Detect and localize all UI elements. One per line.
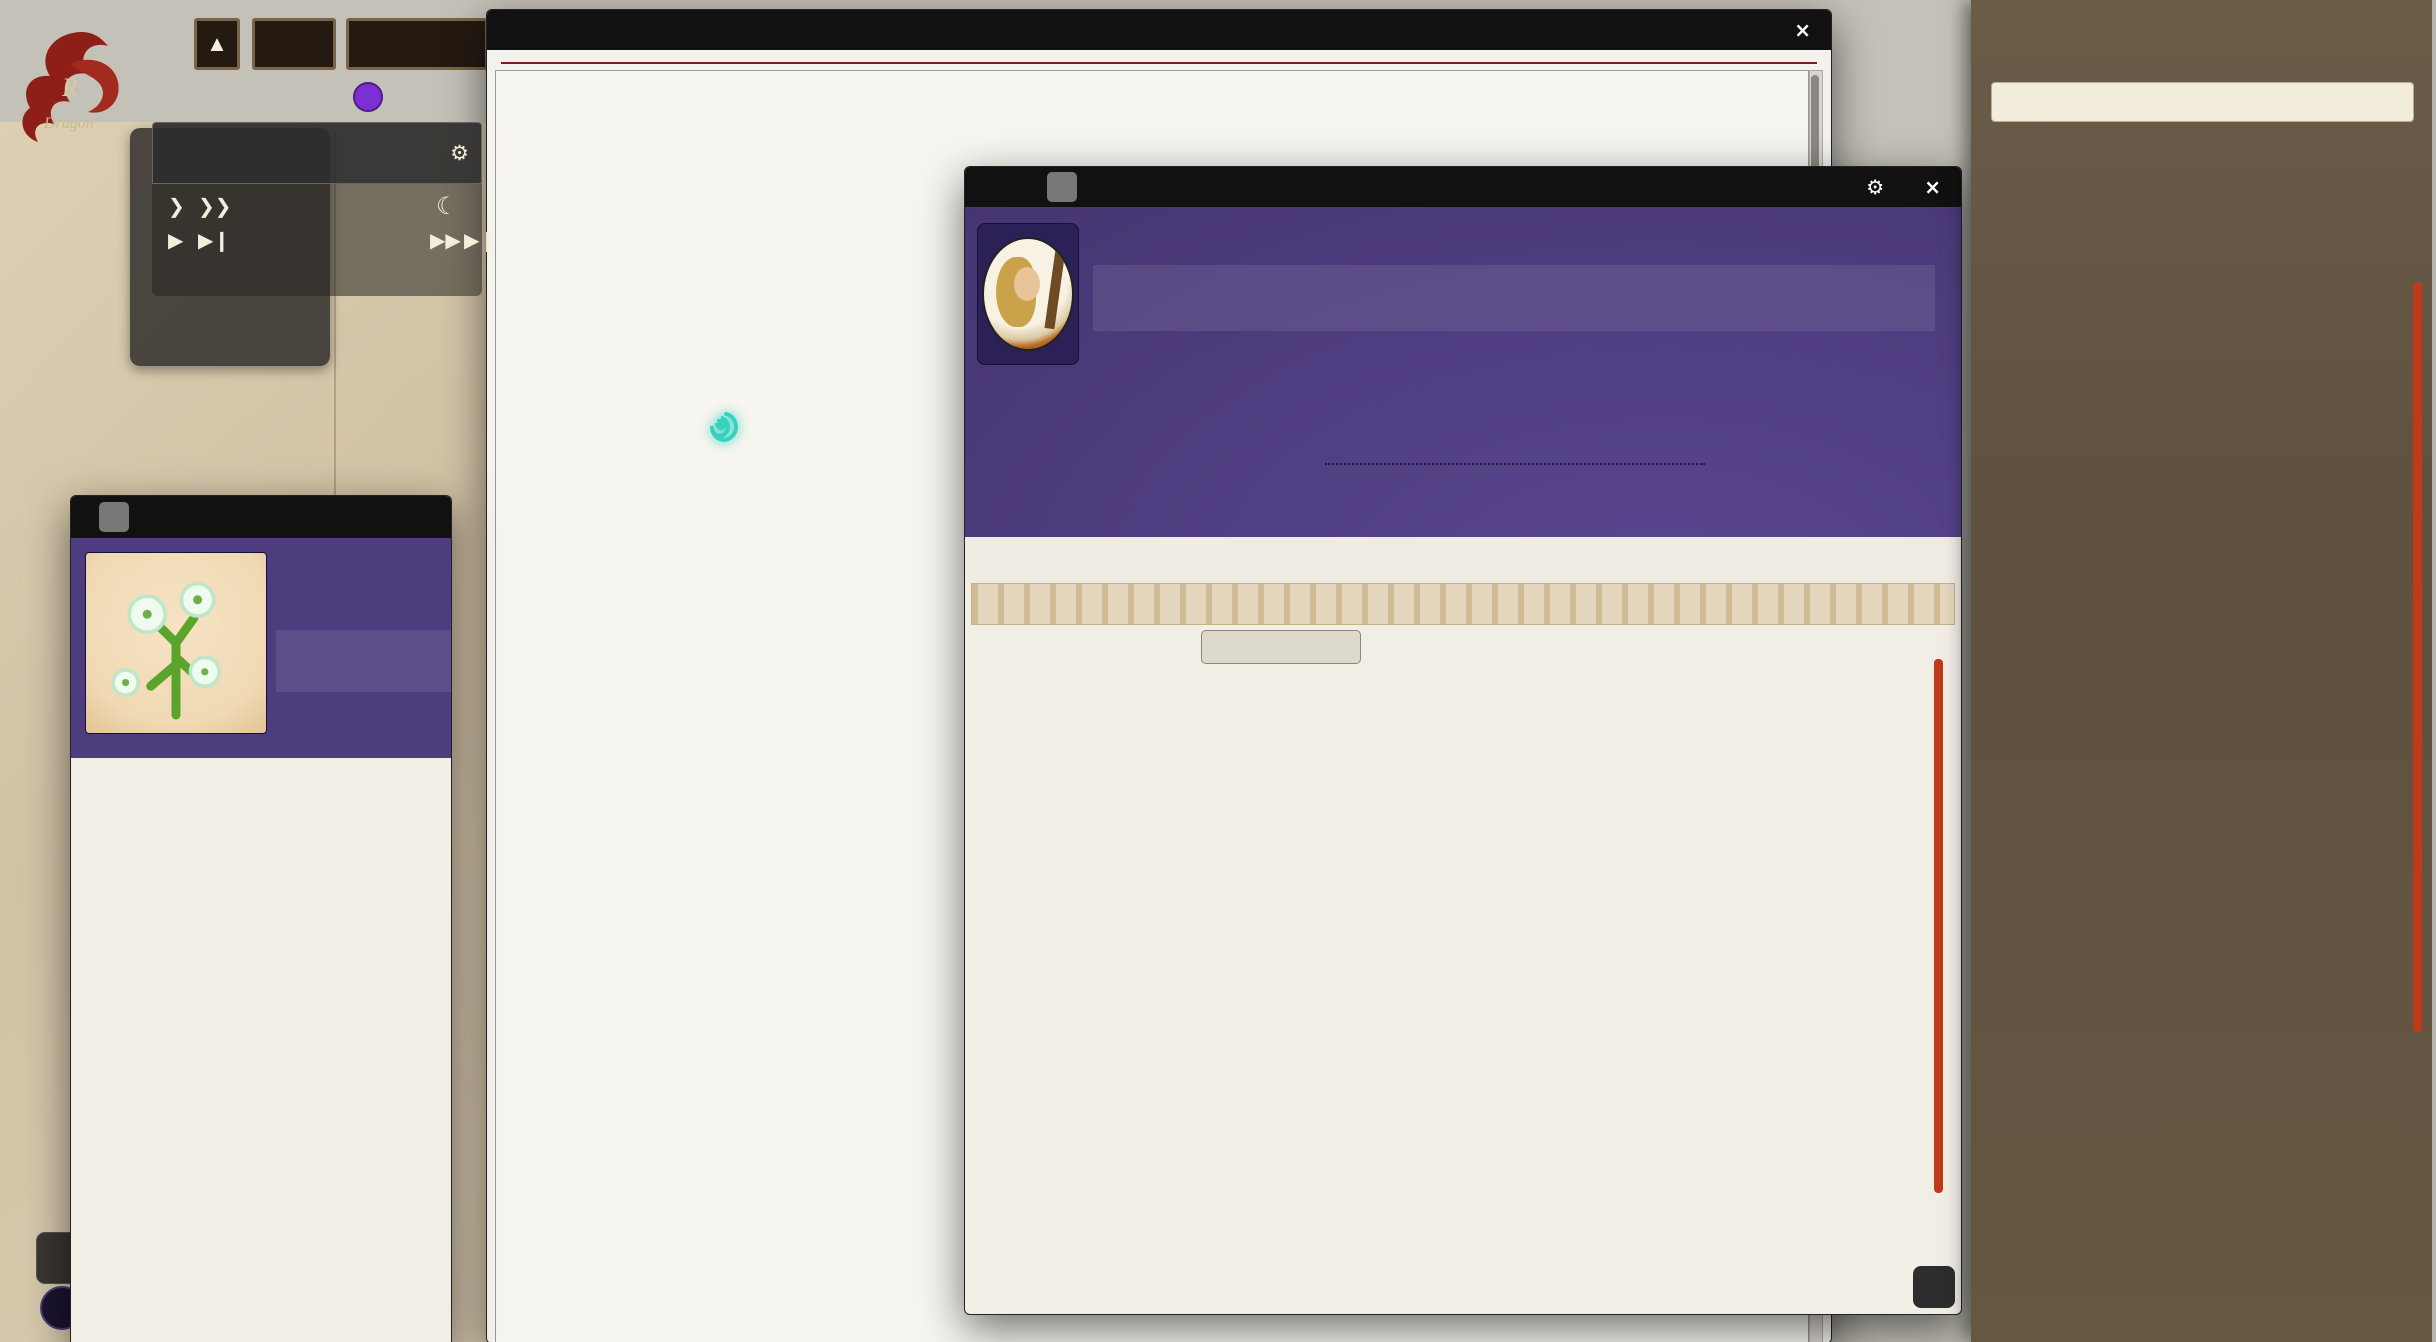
item-name-band: [276, 630, 451, 692]
oniros-button[interactable]: [252, 18, 336, 70]
logo-text: R: [61, 73, 78, 102]
item-form: [71, 758, 451, 1342]
name-band: [1093, 265, 1935, 331]
fast-forward-button[interactable]: ▶▶: [430, 228, 461, 252]
moon-icon: ☾: [436, 192, 458, 220]
sheet-close-button[interactable]: ×: [1924, 175, 1947, 199]
fast-skip-button[interactable]: ▶❙: [464, 228, 496, 252]
profile-book-icon[interactable]: [1047, 172, 1077, 202]
skills-column-right: [1469, 679, 1931, 1314]
skip-button[interactable]: ▶❙: [198, 228, 230, 252]
sidebar-scrollbar[interactable]: [2413, 282, 2422, 1032]
sheet-header: [965, 207, 1961, 537]
sidebar-tabs: [1979, 8, 2428, 60]
svg-text:Dragon: Dragon: [43, 115, 94, 132]
caret-up-icon: ▲: [206, 31, 228, 57]
skills-column-left: [981, 679, 1443, 1314]
compendium-list: [1971, 136, 2436, 1342]
skill-search-input[interactable]: [1201, 630, 1361, 664]
decor-border: [971, 583, 1955, 625]
resize-handle[interactable]: [1913, 1266, 1955, 1308]
item-book-icon[interactable]: [99, 502, 129, 532]
compendium-sidebar: [1971, 0, 2436, 1342]
sheet-tabs: [965, 537, 1962, 583]
reve-de-dragon-logo: R Dragon: [10, 24, 160, 154]
item-titlebar[interactable]: [71, 496, 451, 538]
calendar-date-bar: ⚙: [152, 122, 482, 184]
map-close-button[interactable]: ×: [1794, 18, 1817, 42]
play-button[interactable]: ▶: [168, 228, 183, 252]
calendar-controls: ❯ ❯❯ ▶ ▶❙ ☾ ▶▶ ▶❙: [152, 184, 482, 296]
sheet-titlebar[interactable]: ⚙ ×: [965, 167, 1961, 207]
character-sheet-window: ⚙ ×: [964, 166, 1962, 1315]
map-rule: [501, 62, 1817, 64]
ecran-reve-button[interactable]: [346, 18, 488, 70]
spell-reserve-marker[interactable]: [694, 398, 744, 448]
create-compendium-button[interactable]: [1991, 82, 2414, 122]
sheet-config-button[interactable]: ⚙: [1866, 175, 1890, 199]
foundry-vtt-screen: R Dragon ▲ ⚙ ❯ ❯❯ ▶ ▶❙ ☾ ▶▶ ▶❙ ×: [0, 0, 2436, 1342]
status-block: [1325, 457, 1941, 479]
avatar[interactable]: [977, 223, 1079, 365]
step-forward-large-button[interactable]: ❯❯: [198, 194, 232, 218]
skill-filter-bar: [965, 623, 1961, 671]
item-window-belledame: [70, 495, 452, 1342]
player-badge: [353, 82, 383, 112]
map-window-titlebar[interactable]: ×: [487, 10, 1831, 50]
calendar-settings-icon[interactable]: ⚙: [450, 141, 469, 165]
sheet-scrollbar[interactable]: [1934, 659, 1943, 1193]
item-header: [71, 538, 451, 758]
collapse-nav-button[interactable]: ▲: [194, 18, 240, 70]
item-image[interactable]: [85, 552, 267, 734]
step-forward-small-button[interactable]: ❯: [168, 194, 185, 218]
